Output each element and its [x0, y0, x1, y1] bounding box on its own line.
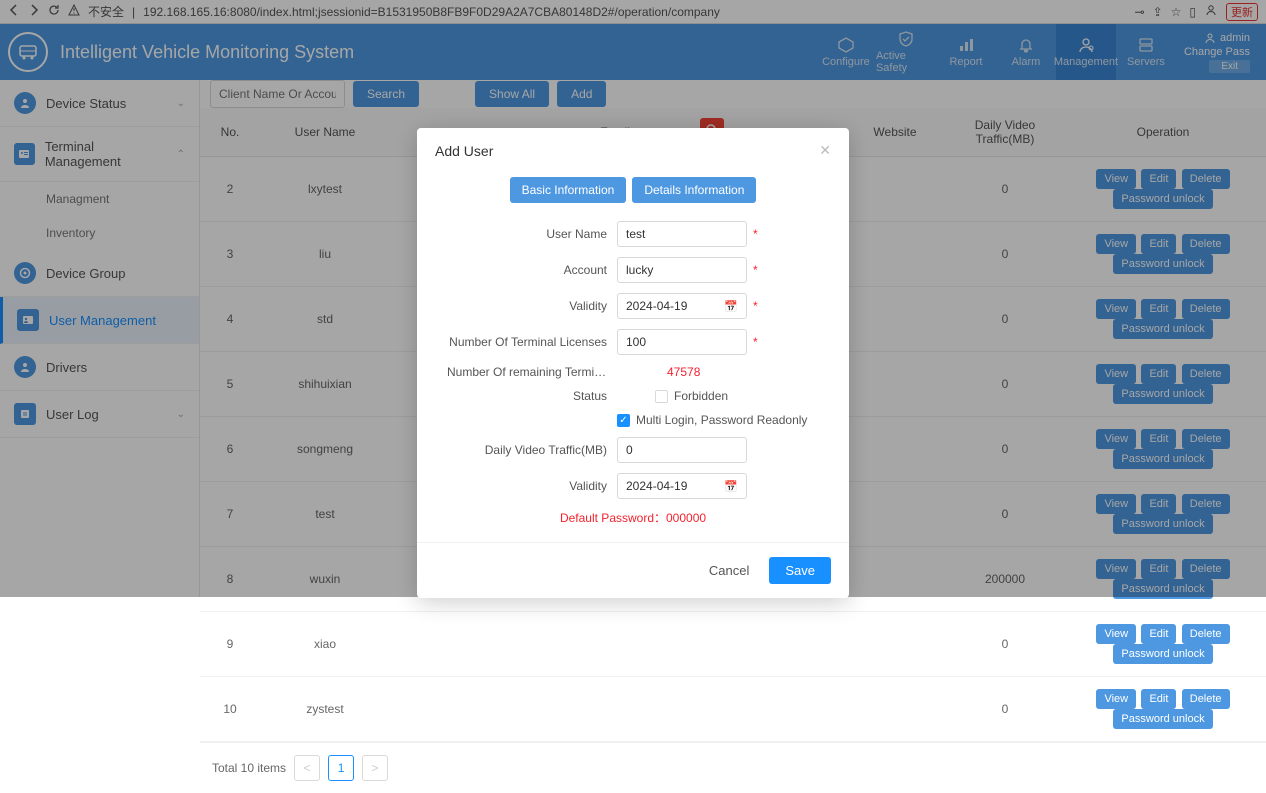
close-icon[interactable]: ✕ [819, 142, 831, 159]
delete-button[interactable]: Delete [1182, 624, 1230, 644]
label-validity: Validity [447, 299, 617, 313]
input-account[interactable] [617, 257, 747, 283]
checkbox-multi-login-label: Multi Login, Password Readonly [636, 413, 807, 427]
tab-basic-info[interactable]: Basic Information [510, 177, 627, 203]
pager-total: Total 10 items [212, 761, 286, 775]
add-user-modal: Add User ✕ Basic Information Details Inf… [417, 128, 849, 598]
cancel-button[interactable]: Cancel [699, 557, 759, 584]
label-user-name: User Name [447, 227, 617, 241]
checkbox-multi-login[interactable]: ✓ [617, 414, 630, 427]
label-remaining: Number Of remaining Terminal Licen… [447, 365, 617, 379]
delete-button[interactable]: Delete [1182, 689, 1230, 709]
modal-title: Add User [435, 143, 493, 159]
value-remaining: 47578 [617, 365, 700, 379]
checkbox-forbidden-label: Forbidden [674, 389, 728, 403]
edit-button[interactable]: Edit [1141, 624, 1176, 644]
table-row: 9xiao0 View Edit Delete Password unlock [200, 612, 1266, 677]
label-traffic: Daily Video Traffic(MB) [447, 443, 617, 457]
tab-details-info[interactable]: Details Information [632, 177, 756, 203]
pager: Total 10 items < 1 > [200, 742, 1266, 793]
checkbox-forbidden[interactable] [655, 390, 668, 403]
pager-next[interactable]: > [362, 755, 388, 781]
pager-prev[interactable]: < [294, 755, 320, 781]
input-validity2[interactable]: 📅 [617, 473, 747, 499]
input-user-name[interactable] [617, 221, 747, 247]
calendar-icon: 📅 [724, 300, 738, 313]
label-licenses: Number Of Terminal Licenses [447, 335, 617, 349]
table-row: 10zystest0 View Edit Delete Password unl… [200, 677, 1266, 742]
input-validity[interactable]: 📅 [617, 293, 747, 319]
input-licenses[interactable] [617, 329, 747, 355]
default-password-text: Default Password：000000 [447, 509, 819, 526]
calendar-icon: 📅 [724, 480, 738, 493]
modal-overlay: Add User ✕ Basic Information Details Inf… [0, 0, 1266, 597]
label-validity2: Validity [447, 479, 617, 493]
pager-page-1[interactable]: 1 [328, 755, 354, 781]
password-unlock-button[interactable]: Password unlock [1113, 644, 1212, 664]
edit-button[interactable]: Edit [1141, 689, 1176, 709]
save-button[interactable]: Save [769, 557, 831, 584]
password-unlock-button[interactable]: Password unlock [1113, 709, 1212, 729]
label-status: Status [447, 389, 617, 403]
input-traffic[interactable] [617, 437, 747, 463]
view-button[interactable]: View [1096, 624, 1136, 644]
label-account: Account [447, 263, 617, 277]
view-button[interactable]: View [1096, 689, 1136, 709]
